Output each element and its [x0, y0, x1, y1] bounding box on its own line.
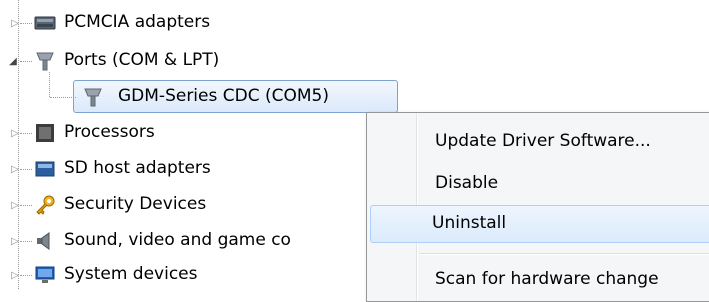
tree-item-security-devices[interactable]: ▷ Security Devices [0, 190, 270, 220]
tree-item-sd-host-adapters[interactable]: ▷ SD host adapters [0, 154, 270, 184]
tree-item-ports[interactable]: ◢ Ports (COM & LPT) [0, 46, 300, 76]
tree-connector-line [50, 97, 76, 98]
expand-arrow-icon[interactable]: ▷ [10, 18, 20, 29]
speaker-icon [34, 230, 56, 252]
tree-item-sound-video-game[interactable]: ▷ Sound, video and game co [0, 226, 370, 256]
collapse-arrow-icon[interactable]: ◢ [8, 56, 18, 67]
tree-item-system-devices[interactable]: ▷ System devices [0, 260, 270, 290]
tree-item-pcmcia-adapters[interactable]: ▷ PCMCIA adapters [0, 8, 290, 38]
menu-separator [419, 253, 709, 255]
context-menu: Update Driver Software... Disable Uninst… [366, 112, 709, 302]
menu-item-label: Uninstall [432, 213, 507, 233]
tree-connector-line [20, 133, 32, 134]
tree-item-processors[interactable]: ▷ Processors [0, 118, 260, 148]
tree-item-label: SD host adapters [64, 158, 211, 178]
port-icon [82, 86, 104, 108]
tree-item-label: Ports (COM & LPT) [64, 50, 220, 70]
sd-host-icon [34, 158, 56, 180]
tree-connector-line [20, 169, 32, 170]
tree-connector-line [20, 275, 32, 276]
tree-item-gdm-series-cdc[interactable]: GDM-Series CDC (COM5) [0, 82, 400, 112]
tree-item-label: Sound, video and game co [64, 230, 291, 250]
menu-item-label: Scan for hardware change [435, 269, 659, 289]
menu-item-disable[interactable]: Disable [370, 165, 709, 203]
tree-connector-line [20, 61, 32, 62]
expand-arrow-icon[interactable]: ▷ [10, 236, 20, 247]
expand-arrow-icon[interactable]: ▷ [10, 200, 20, 211]
security-key-icon [34, 194, 56, 216]
tree-item-label: System devices [64, 264, 198, 284]
tree-item-label: Processors [64, 122, 155, 142]
expand-arrow-icon[interactable]: ▷ [10, 128, 20, 139]
tree-item-label: GDM-Series CDC (COM5) [118, 86, 329, 106]
pcmcia-icon [34, 12, 56, 34]
system-device-icon [34, 264, 56, 286]
menu-item-label: Disable [435, 173, 499, 193]
tree-item-label: PCMCIA adapters [64, 12, 211, 32]
menu-item-label: Update Driver Software... [435, 131, 651, 151]
tree-item-label: Security Devices [64, 194, 207, 214]
tree-connector-line [20, 205, 32, 206]
menu-item-update-driver[interactable]: Update Driver Software... [370, 123, 709, 161]
menu-item-scan-hardware[interactable]: Scan for hardware change [370, 261, 709, 299]
expand-arrow-icon[interactable]: ▷ [10, 164, 20, 175]
tree-connector-line [20, 241, 32, 242]
tree-connector-line [20, 23, 32, 24]
processor-icon [34, 122, 56, 144]
port-icon [34, 50, 56, 72]
menu-item-uninstall[interactable]: Uninstall [370, 205, 709, 243]
expand-arrow-icon[interactable]: ▷ [10, 270, 20, 281]
